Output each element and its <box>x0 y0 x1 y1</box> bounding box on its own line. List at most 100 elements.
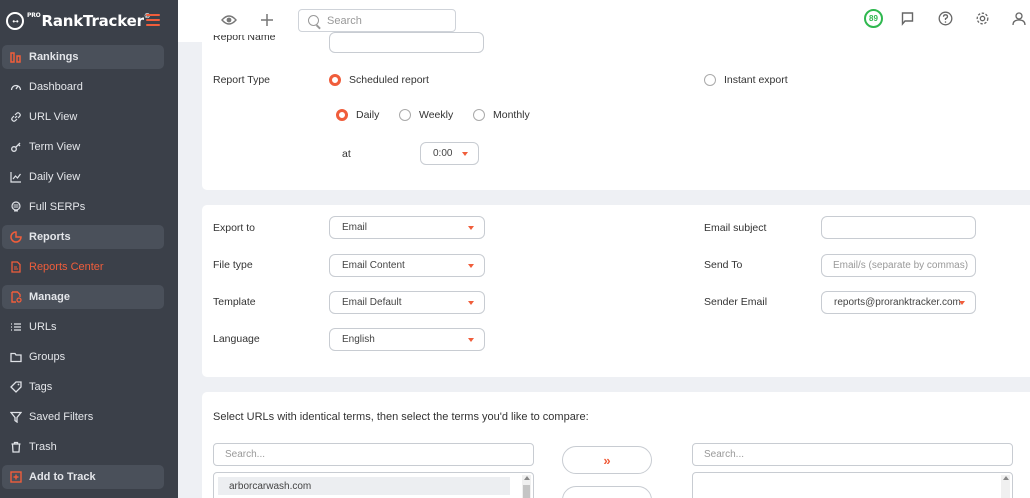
key-icon <box>9 140 23 154</box>
scroll-up-icon[interactable] <box>1003 476 1009 480</box>
term-search-input[interactable]: Search... <box>692 443 1013 466</box>
url-list[interactable]: arborcarwash.com <box>213 472 534 498</box>
sidebar-item-add-to-track[interactable]: Add to Track <box>2 465 164 489</box>
sidebar-item-urls[interactable]: URLs <box>0 312 178 342</box>
file-type-value: Email Content <box>342 260 405 271</box>
sidebar-item-full-serps[interactable]: Full SERPs <box>0 192 178 222</box>
user-icon[interactable] <box>1012 11 1026 26</box>
file-type-label: File type <box>213 259 253 271</box>
radio-selected-icon <box>329 74 341 86</box>
sidebar-nav: Rankings Dashboard URL View Term View Daily … <box>0 45 178 489</box>
sidebar-item-label: Groups <box>29 351 66 363</box>
caret-down-icon <box>468 226 474 230</box>
eye-icon[interactable] <box>221 14 237 26</box>
daily-radio[interactable]: Daily <box>336 109 379 121</box>
report-name-input[interactable] <box>329 32 484 53</box>
email-subject-label: Email subject <box>704 222 767 234</box>
dashboard-icon <box>9 80 23 94</box>
url-search-input[interactable]: Search... <box>213 443 534 466</box>
send-to-input[interactable]: Email/s (separate by commas) <box>821 254 976 277</box>
sidebar-item-trash[interactable]: Trash <box>0 432 178 462</box>
template-label: Template <box>213 296 256 308</box>
sidebar-item-label: URLs <box>29 321 57 333</box>
language-label: Language <box>213 333 260 345</box>
schedule-panel: Report Name Report Type Scheduled report… <box>202 32 1030 190</box>
topbar: Search 89 <box>178 0 1030 42</box>
sidebar-item-groups[interactable]: Groups <box>0 342 178 372</box>
sidebar-item-label: Saved Filters <box>29 411 94 423</box>
sidebar-item-tags[interactable]: Tags <box>0 372 178 402</box>
file-type-select[interactable]: Email Content <box>329 254 485 277</box>
scroll-thumb[interactable] <box>523 485 530 498</box>
radio-unselected-icon <box>473 109 485 121</box>
move-right-button[interactable]: » <box>562 446 652 474</box>
daily-label: Daily <box>356 109 380 121</box>
email-subject-input[interactable] <box>821 216 976 239</box>
language-select[interactable]: English <box>329 328 485 351</box>
sidebar-item-reports[interactable]: Reports <box>2 225 164 249</box>
compare-instruction: Select URLs with identical terms, then s… <box>213 411 589 423</box>
export-to-value: Email <box>342 222 368 233</box>
sidebar: •·• PRORankTracker® Rankings Dashboard URL… <box>0 0 178 498</box>
sidebar-item-reports-center[interactable]: Reports Center <box>0 252 178 282</box>
sidebar-item-label: Full SERPs <box>29 201 86 213</box>
logo-name: RankTracker <box>41 12 144 30</box>
trash-icon <box>9 440 23 454</box>
sidebar-item-label: Manage <box>29 291 70 303</box>
time-select[interactable]: 0:00 <box>420 142 479 165</box>
export-to-label: Export to <box>213 222 256 234</box>
export-to-select[interactable]: Email <box>329 216 485 239</box>
folder-icon <box>9 350 23 364</box>
sidebar-item-label: Add to Track <box>29 471 96 483</box>
score-badge[interactable]: 89 <box>864 9 883 28</box>
sidebar-item-label: Term View <box>29 141 81 153</box>
sidebar-item-label: Reports <box>29 231 71 243</box>
add-icon[interactable] <box>260 13 274 27</box>
sidebar-item-rankings[interactable]: Rankings <box>2 45 164 69</box>
move-left-button[interactable] <box>562 486 652 498</box>
sidebar-item-label: Reports Center <box>29 261 104 273</box>
line-chart-icon <box>9 170 23 184</box>
sidebar-item-dashboard[interactable]: Dashboard <box>0 72 178 102</box>
flag-icon[interactable] <box>901 12 914 26</box>
sidebar-item-term-view[interactable]: Term View <box>0 132 178 162</box>
caret-down-icon <box>468 301 474 305</box>
rankings-icon <box>9 50 23 64</box>
search-icon <box>308 15 319 26</box>
scheduled-report-radio[interactable]: Scheduled report <box>329 74 429 86</box>
scroll-up-icon[interactable] <box>524 476 530 480</box>
help-icon[interactable] <box>938 11 953 26</box>
sidebar-item-manage[interactable]: Manage <box>2 285 164 309</box>
sidebar-item-label: URL View <box>29 111 78 123</box>
template-select[interactable]: Email Default <box>329 291 485 314</box>
link-icon <box>9 110 23 124</box>
search-input[interactable]: Search <box>298 9 456 32</box>
weekly-label: Weekly <box>419 109 454 121</box>
menu-toggle-icon[interactable] <box>146 14 160 26</box>
monthly-radio[interactable]: Monthly <box>473 109 530 121</box>
filter-icon <box>9 410 23 424</box>
sender-email-select[interactable]: reports@proranktracker.com <box>821 291 976 314</box>
term-list[interactable] <box>692 472 1013 498</box>
sidebar-item-saved-filters[interactable]: Saved Filters <box>0 402 178 432</box>
sidebar-item-label: Trash <box>29 441 57 453</box>
sidebar-item-label: Rankings <box>29 51 79 63</box>
weekly-radio[interactable]: Weekly <box>399 109 453 121</box>
sidebar-item-daily-view[interactable]: Daily View <box>0 162 178 192</box>
instant-export-radio[interactable]: Instant export <box>704 74 788 86</box>
report-name-label: Report Name <box>213 35 276 43</box>
sidebar-item-url-view[interactable]: URL View <box>0 102 178 132</box>
compare-panel: Select URLs with identical terms, then s… <box>202 392 1030 498</box>
scheduled-report-label: Scheduled report <box>349 74 429 86</box>
template-value: Email Default <box>342 297 402 308</box>
pie-chart-icon <box>9 230 23 244</box>
list-item[interactable]: arborcarwash.com <box>218 477 510 495</box>
list-icon <box>9 320 23 334</box>
tag-icon <box>9 380 23 394</box>
gear-icon[interactable] <box>975 11 990 26</box>
radio-selected-icon <box>336 109 348 121</box>
at-label: at <box>342 148 351 160</box>
logo-pro: PRO <box>27 12 41 19</box>
monthly-label: Monthly <box>493 109 530 121</box>
sidebar-item-label: Tags <box>29 381 53 393</box>
